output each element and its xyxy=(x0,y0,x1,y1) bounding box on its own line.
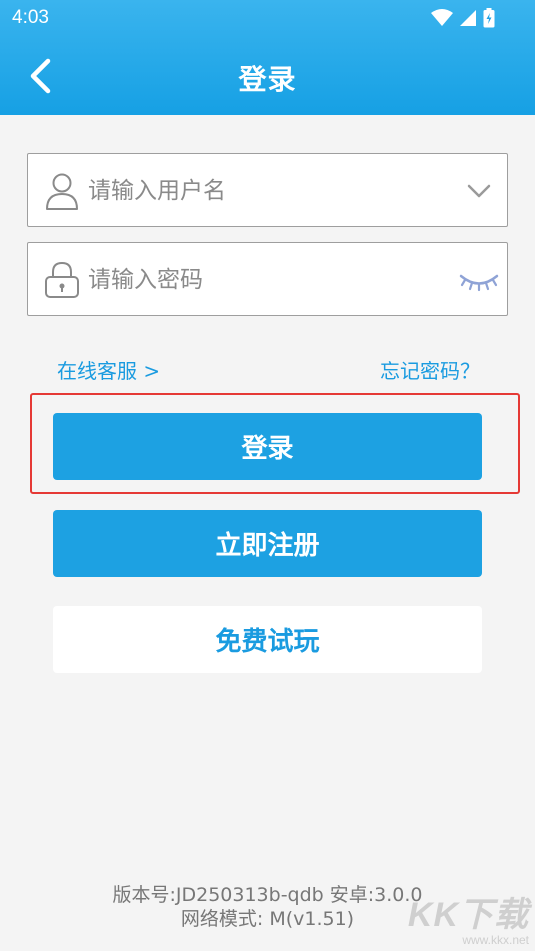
username-input[interactable] xyxy=(88,166,448,216)
watermark-logo: KK下载 xyxy=(407,896,529,934)
free-trial-button[interactable]: 免费试玩 xyxy=(53,606,482,673)
user-icon xyxy=(46,173,78,210)
page-title: 登录 xyxy=(238,63,297,96)
status-bar: 4:03 xyxy=(0,0,535,36)
status-time: 4:03 xyxy=(12,7,49,28)
battery-icon xyxy=(483,8,495,28)
watermark: KK下载 www.kkx.net xyxy=(408,897,529,947)
chevron-down-icon[interactable] xyxy=(459,172,499,210)
register-button[interactable]: 立即注册 xyxy=(53,510,482,577)
forgot-password-link[interactable]: 忘记密码？ xyxy=(380,355,480,384)
login-button[interactable]: 登录 xyxy=(53,413,482,480)
auxiliary-links: 在线客服 > 忘记密码？ xyxy=(0,355,535,385)
lock-icon xyxy=(45,261,79,298)
username-field[interactable] xyxy=(27,153,508,227)
password-input[interactable] xyxy=(88,255,448,305)
online-service-link[interactable]: 在线客服 > xyxy=(57,355,160,384)
password-field[interactable] xyxy=(27,242,508,316)
wifi-icon xyxy=(431,9,453,26)
app-header: 4:03 登录 xyxy=(0,0,535,115)
eye-closed-icon[interactable] xyxy=(459,261,499,299)
status-icons xyxy=(431,8,495,28)
signal-icon xyxy=(460,10,476,26)
watermark-url: www.kkx.net xyxy=(462,933,529,947)
title-bar: 登录 xyxy=(0,40,535,112)
